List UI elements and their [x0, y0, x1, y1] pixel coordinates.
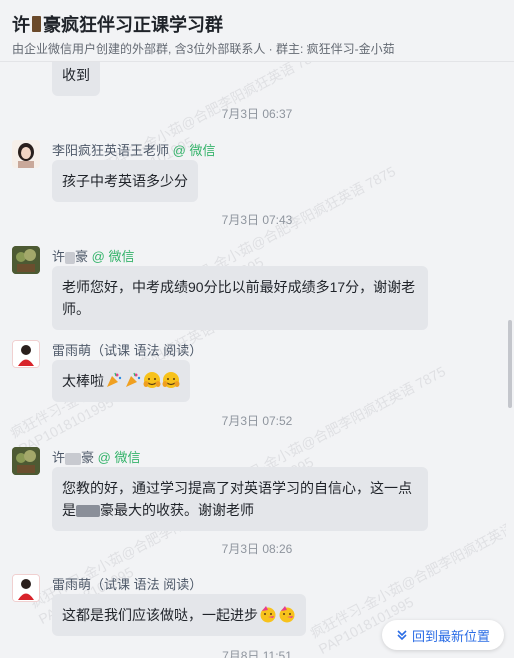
party-popper-icon [107, 372, 122, 387]
sender-name: 许豪 @ 微信 [52, 249, 135, 264]
timestamp: 7月3日 07:52 [221, 414, 293, 428]
timestamp: 7月3日 06:37 [221, 107, 293, 121]
avatar[interactable] [12, 447, 40, 475]
sender-name: 雷雨萌（试课 语法 阅读） [52, 577, 203, 592]
jump-to-latest-button[interactable]: 回到最新位置 [382, 620, 504, 650]
message-bubble[interactable]: 孩子中考英语多少分 [52, 160, 198, 202]
sender-name: 李阳疯狂英语王老师 @ 微信 [52, 143, 216, 158]
party-popper-icon [126, 372, 141, 387]
timestamp: 7月3日 07:43 [221, 213, 293, 227]
sender-name: 雷雨萌（试课 语法 阅读） [52, 343, 203, 358]
redaction-mark [76, 505, 100, 518]
group-title[interactable]: 许 豪疯狂伴习正课学习群 [12, 10, 502, 38]
avatar[interactable] [12, 574, 40, 602]
timestamp: 7月3日 08:26 [221, 542, 293, 556]
clapping-face-icon [143, 372, 161, 388]
group-title-suffix: 豪疯狂伴习正课学习群 [43, 15, 223, 35]
avatar[interactable] [12, 340, 40, 368]
sender-name: 许豪 @ 微信 [52, 450, 141, 465]
redaction-mark [32, 16, 41, 32]
message-list[interactable]: 疯狂伴习-金小茹@合肥李阳疯狂英语 7875PAP1018101995 疯狂伴习… [0, 62, 506, 658]
message-bubble[interactable]: 收到 [52, 62, 100, 96]
message-bubble[interactable]: 您教的好，通过学习提高了对英语学习的自信心，这一点 是豪最大的收获。谢谢老师 [52, 467, 428, 531]
jump-to-latest-label: 回到最新位置 [411, 628, 490, 644]
group-title-prefix: 许 [12, 15, 30, 35]
avatar[interactable] [12, 246, 40, 274]
scrollbar[interactable] [508, 320, 512, 408]
message-bubble[interactable]: 这都是我们应该做哒，一起进步 [52, 594, 306, 636]
message-bubble[interactable]: 老师您好，中考成绩90分比以前最好成绩多17分，谢谢老师。 [52, 266, 428, 330]
party-face-icon [260, 606, 276, 623]
double-chevron-down-icon [397, 630, 407, 641]
clapping-face-icon [162, 372, 180, 388]
group-subtitle: 由企业微信用户创建的外部群, 含3位外部联系人 · 群主: 疯狂伴习-金小茹 [12, 42, 395, 56]
chat-header: 许 豪疯狂伴习正课学习群 由企业微信用户创建的外部群, 含3位外部联系人 · 群… [0, 0, 514, 62]
avatar[interactable] [12, 140, 40, 168]
party-face-icon [279, 606, 295, 623]
message-bubble[interactable]: 太棒啦 [52, 360, 190, 402]
redaction-mark [65, 251, 76, 264]
redaction-mark [65, 452, 82, 465]
